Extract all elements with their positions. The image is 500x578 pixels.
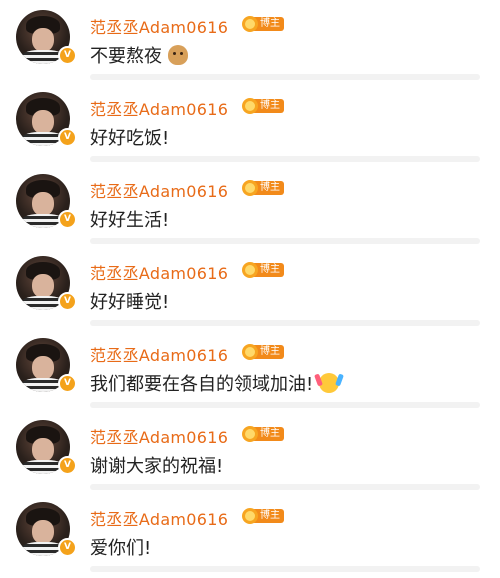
- username[interactable]: 范丞丞Adam0616: [90, 424, 228, 448]
- comment-item: V 范丞丞Adam0616 博主 我们都要在各自的领域加油!: [0, 332, 500, 414]
- host-crown-icon: [242, 508, 258, 524]
- comment-message: 好好吃饭!: [90, 128, 170, 149]
- verified-badge-icon: V: [58, 292, 77, 311]
- username[interactable]: 范丞丞Adam0616: [90, 96, 228, 120]
- separator: [90, 484, 480, 490]
- comment-message: 我们都要在各自的领域加油!: [90, 374, 314, 395]
- host-crown-icon: [242, 98, 258, 114]
- host-badge: 博主: [242, 426, 284, 442]
- separator: [90, 320, 480, 326]
- comment-text: 谢谢大家的祝福!: [90, 452, 223, 478]
- verified-badge-icon: V: [58, 210, 77, 229]
- separator: [90, 566, 480, 572]
- username[interactable]: 范丞丞Adam0616: [90, 14, 228, 38]
- host-badge-label: 博主: [254, 99, 284, 113]
- comment-text: 不要熬夜: [90, 42, 188, 68]
- comment-text: 爱你们!: [90, 534, 151, 560]
- username[interactable]: 范丞丞Adam0616: [90, 506, 228, 530]
- cheer-emoji-icon: [319, 373, 340, 393]
- host-badge-label: 博主: [254, 181, 284, 195]
- host-badge-label: 博主: [254, 17, 284, 31]
- verified-badge-icon: V: [58, 374, 77, 393]
- comment-item: V 范丞丞Adam0616 博主 好好吃饭!: [0, 86, 500, 168]
- verified-badge-icon: V: [58, 128, 77, 147]
- comment-text: 好好生活!: [90, 206, 169, 232]
- host-badge: 博主: [242, 180, 284, 196]
- host-badge-label: 博主: [254, 263, 284, 277]
- doge-emoji-icon: [168, 45, 188, 65]
- host-badge: 博主: [242, 262, 284, 278]
- comment-item: V 范丞丞Adam0616 博主 好好生活!: [0, 168, 500, 250]
- comment-message: 不要熬夜: [90, 46, 162, 67]
- host-badge: 博主: [242, 16, 284, 32]
- comment-item: V 范丞丞Adam0616 博主 谢谢大家的祝福!: [0, 414, 500, 496]
- username[interactable]: 范丞丞Adam0616: [90, 260, 228, 284]
- verified-badge-icon: V: [58, 538, 77, 557]
- separator: [90, 402, 480, 408]
- host-badge: 博主: [242, 344, 284, 360]
- comment-text: 好好睡觉!: [90, 288, 169, 314]
- host-badge-label: 博主: [254, 427, 284, 441]
- verified-badge-icon: V: [58, 456, 77, 475]
- comment-item: V 范丞丞Adam0616 博主 不要熬夜: [0, 4, 500, 86]
- comment-message: 好好生活!: [90, 210, 170, 231]
- comment-text: 好好吃饭!: [90, 124, 169, 150]
- comment-item: V 范丞丞Adam0616 博主 爱你们!: [0, 496, 500, 578]
- host-badge-label: 博主: [254, 509, 284, 523]
- comment-message: 谢谢大家的祝福!: [90, 456, 224, 477]
- host-crown-icon: [242, 16, 258, 32]
- comment-message: 爱你们!: [90, 538, 152, 559]
- host-crown-icon: [242, 344, 258, 360]
- host-badge: 博主: [242, 508, 284, 524]
- username[interactable]: 范丞丞Adam0616: [90, 178, 228, 202]
- comment-text: 我们都要在各自的领域加油!: [90, 370, 340, 396]
- username[interactable]: 范丞丞Adam0616: [90, 342, 228, 366]
- verified-badge-icon: V: [58, 46, 77, 65]
- comment-message: 好好睡觉!: [90, 292, 170, 313]
- separator: [90, 74, 480, 80]
- separator: [90, 238, 480, 244]
- host-badge: 博主: [242, 98, 284, 114]
- host-crown-icon: [242, 262, 258, 278]
- separator: [90, 156, 480, 162]
- host-crown-icon: [242, 180, 258, 196]
- host-badge-label: 博主: [254, 345, 284, 359]
- host-crown-icon: [242, 426, 258, 442]
- comment-item: V 范丞丞Adam0616 博主 好好睡觉!: [0, 250, 500, 332]
